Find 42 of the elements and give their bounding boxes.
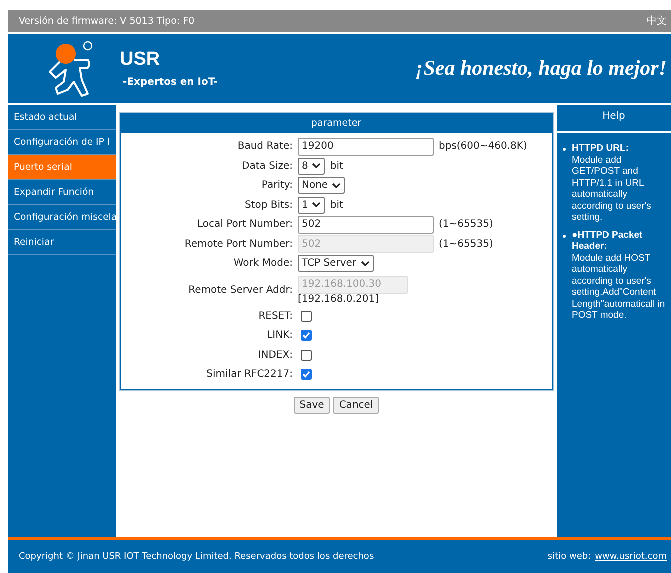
firmware-version: Versión de firmware: V 5013 Tipo: F0	[19, 16, 195, 26]
copyright-text: Copyright © Jinan USR IOT Technology Limited. Reservados todos los derechos	[19, 552, 374, 562]
nav-item[interactable]: Configuración miscela	[8, 205, 116, 230]
unit-hint: bit	[330, 160, 344, 172]
tagline: -Expertos en IoT-	[122, 77, 218, 88]
unit-hint: bit	[330, 200, 344, 211]
brand-name: USR	[120, 49, 162, 71]
field-label: Remote Server Addr:	[188, 284, 294, 296]
slogan: ¡Sea honesto, haga lo mejor!	[416, 56, 667, 81]
field-label: Data Size:	[241, 160, 294, 172]
unit-hint: (1~65535)	[439, 238, 494, 250]
field-label: LINK:	[266, 330, 294, 342]
help-text: ●HTTPD Packet Header: Module add HOST automatically according to user's setting.Add"Content Length"automaticall in POST mode.	[572, 230, 666, 322]
field-label: Work Mode:	[232, 258, 294, 270]
address-note: [192.168.0.201]	[298, 294, 380, 304]
field-label: Local Port Number:	[196, 219, 294, 230]
field-label: INDEX:	[257, 350, 294, 361]
form-button[interactable]: Save	[294, 396, 330, 414]
help-text: HTTPD URL: Module add GET/POST and HTTP/1.1 in URL automatically according to user's setting.	[572, 143, 652, 224]
text-field[interactable]: 19200	[298, 138, 434, 156]
unit-hint: (1~65535)	[439, 219, 494, 230]
field-label: RESET:	[258, 310, 294, 322]
field-label: Remote Port Number:	[184, 238, 294, 250]
text-field[interactable]: 502	[298, 216, 434, 234]
nav-item[interactable]: Estado actual	[8, 105, 116, 130]
field-label: Parity:	[260, 180, 294, 192]
dropdown[interactable]: TCP Server	[298, 255, 374, 272]
field-label: Stop Bits:	[244, 200, 294, 211]
dropdown[interactable]: 1	[298, 196, 326, 214]
site-label: sitio web:	[548, 552, 592, 562]
unit-hint: bps(600~460.8K)	[439, 141, 528, 152]
language-link[interactable]: 中文	[647, 14, 667, 28]
field-label: Similar RFC2217:	[206, 369, 294, 380]
field-label: Baud Rate:	[236, 141, 294, 152]
dropdown[interactable]: 8	[298, 158, 326, 175]
panel-title: parameter	[121, 114, 552, 133]
form-button[interactable]: Cancel	[333, 396, 380, 414]
help-title: Help	[557, 105, 671, 133]
dropdown[interactable]: None	[298, 177, 346, 194]
nav-item[interactable]: Expandir Función	[8, 180, 116, 205]
nav-item[interactable]: Reiniciar	[8, 230, 116, 255]
website-link[interactable]: www.usriot.com	[595, 552, 667, 562]
